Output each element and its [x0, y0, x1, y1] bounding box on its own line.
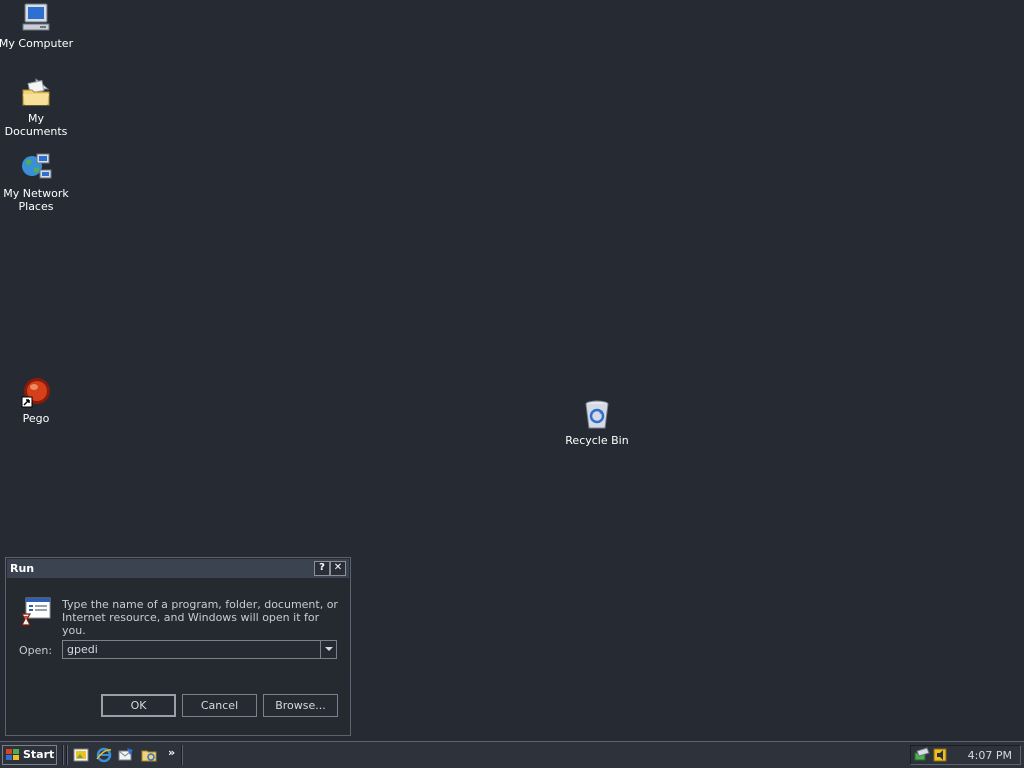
quick-launch-chevron[interactable]: » — [168, 746, 175, 759]
explorer-icon[interactable] — [141, 747, 157, 763]
run-program-icon — [20, 597, 51, 626]
desktop-icon-pego[interactable]: Pego — [0, 377, 74, 425]
desktop-icon-recycle-bin[interactable]: Recycle Bin — [559, 399, 635, 447]
open-combobox[interactable] — [62, 640, 337, 659]
start-label: Start — [23, 748, 55, 761]
open-label: Open: — [19, 644, 53, 657]
desktop-icon-label: My Documents — [4, 112, 68, 138]
desktop-icon-my-documents[interactable]: My Documents — [0, 77, 74, 138]
open-input[interactable] — [63, 641, 318, 658]
desktop-icon-label: My Computer — [0, 37, 74, 50]
taskbar-separator — [66, 745, 68, 765]
recycle-bin-icon — [585, 400, 609, 429]
help-button[interactable]: ? — [314, 561, 330, 576]
close-button[interactable]: ✕ — [330, 561, 346, 576]
start-button[interactable]: Start — [2, 745, 57, 765]
desktop-icon-label: Recycle Bin — [565, 434, 629, 447]
run-dialog-title: Run — [10, 562, 35, 575]
clock[interactable]: 4:07 PM — [968, 749, 1012, 762]
desktop-icon-label: My Network Places — [3, 187, 69, 213]
internet-explorer-icon[interactable] — [96, 747, 112, 763]
outlook-express-icon[interactable] — [118, 747, 134, 763]
taskbar: Start » 4:07 PM — [0, 741, 1024, 768]
windows-flag-icon — [6, 749, 19, 760]
folder-documents-icon — [22, 77, 50, 106]
show-desktop-icon[interactable] — [73, 747, 89, 763]
taskbar-separator — [181, 745, 183, 765]
desktop-icon-label: Pego — [22, 412, 50, 425]
pego-shortcut-icon — [21, 378, 50, 408]
chevron-down-icon[interactable] — [320, 641, 336, 658]
network-tray-icon[interactable] — [914, 747, 930, 763]
run-dialog-description: Type the name of a program, folder, docu… — [62, 598, 338, 637]
cancel-button[interactable]: Cancel — [182, 694, 257, 717]
network-places-icon — [22, 153, 52, 179]
ok-button[interactable]: OK — [101, 694, 176, 717]
run-dialog-titlebar[interactable]: Run ? ✕ — [7, 559, 349, 578]
taskbar-separator — [62, 745, 64, 765]
computer-icon — [22, 3, 50, 31]
desktop-icon-my-network-places[interactable]: My Network Places — [0, 152, 74, 213]
desktop-icon-my-computer[interactable]: My Computer — [0, 2, 74, 50]
run-dialog: Run ? ✕ Type the name of a program, fold… — [5, 557, 351, 736]
browse-button[interactable]: Browse... — [263, 694, 338, 717]
volume-tray-icon[interactable] — [932, 747, 948, 763]
system-tray: 4:07 PM — [910, 745, 1021, 765]
